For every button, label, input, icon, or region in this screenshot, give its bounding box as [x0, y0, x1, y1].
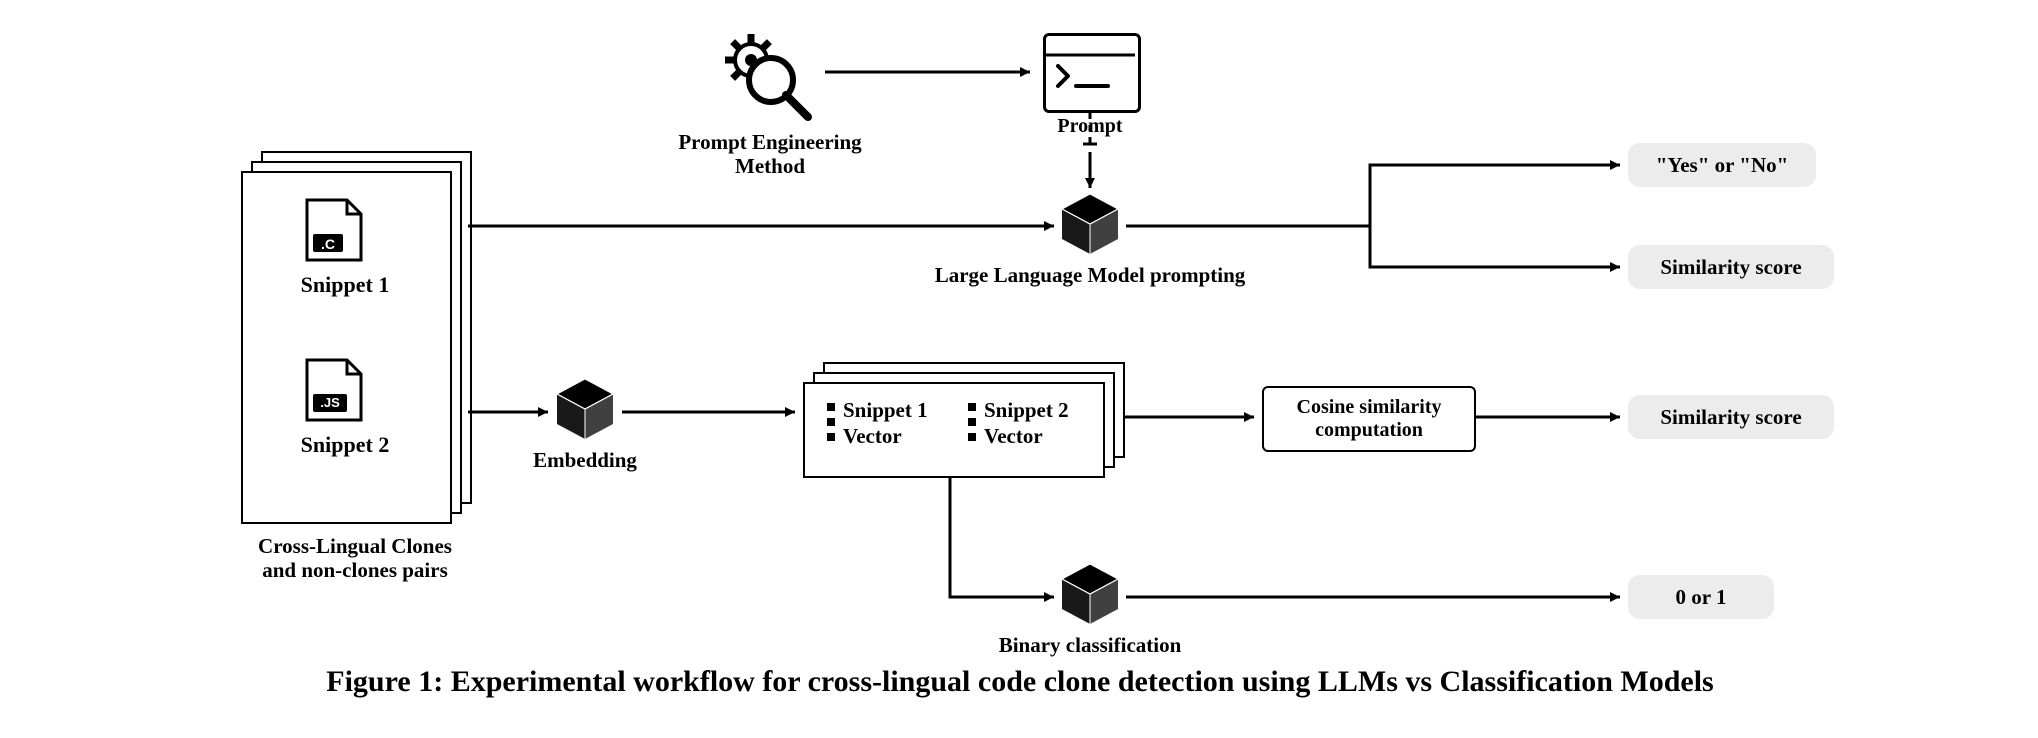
output-similarity-top-text: Similarity score	[1660, 255, 1801, 280]
vec2-line2: Vector	[984, 424, 1094, 448]
input-source-label: Cross-Lingual Clones and non-clones pair…	[225, 534, 485, 582]
output-similarity-mid-text: Similarity score	[1660, 405, 1801, 430]
output-binary-text: 0 or 1	[1676, 585, 1727, 610]
embedding-label: Embedding	[520, 448, 650, 472]
vec1-line1: Snippet 1	[843, 398, 953, 422]
output-binary: 0 or 1	[1628, 575, 1774, 619]
prompt-engineering-label: Prompt Engineering Method	[640, 130, 900, 178]
binary-label: Binary classification	[980, 633, 1200, 657]
vec1-line2: Vector	[843, 424, 953, 448]
embedding-cube-icon	[557, 379, 613, 439]
prompt-label: Prompt	[1040, 115, 1140, 138]
output-similarity-mid: Similarity score	[1628, 395, 1834, 439]
snippet2-label: Snippet 2	[275, 432, 415, 457]
output-yes-no-text: "Yes" or "No"	[1656, 153, 1789, 178]
file-ext-js: .JS	[312, 396, 348, 411]
input-sheet-front	[241, 171, 452, 524]
vec2-line1: Snippet 2	[984, 398, 1094, 422]
cosine-label: Cosine similarity computation	[1297, 396, 1442, 442]
terminal-icon	[1043, 33, 1141, 113]
llm-label: Large Language Model prompting	[910, 263, 1270, 287]
llm-cube-icon	[1062, 194, 1118, 254]
cosine-box: Cosine similarity computation	[1262, 386, 1476, 452]
file-ext-c: .C	[313, 236, 343, 252]
figure-caption: Figure 1: Experimental workflow for cros…	[260, 665, 1780, 699]
output-similarity-top: Similarity score	[1628, 245, 1834, 289]
output-yes-no: "Yes" or "No"	[1628, 143, 1816, 187]
binary-cube-icon	[1062, 564, 1118, 624]
snippet1-label: Snippet 1	[275, 272, 415, 297]
workflow-diagram: .C Snippet 1 .JS Snippet 2 Cross-Lingual…	[0, 0, 2038, 738]
